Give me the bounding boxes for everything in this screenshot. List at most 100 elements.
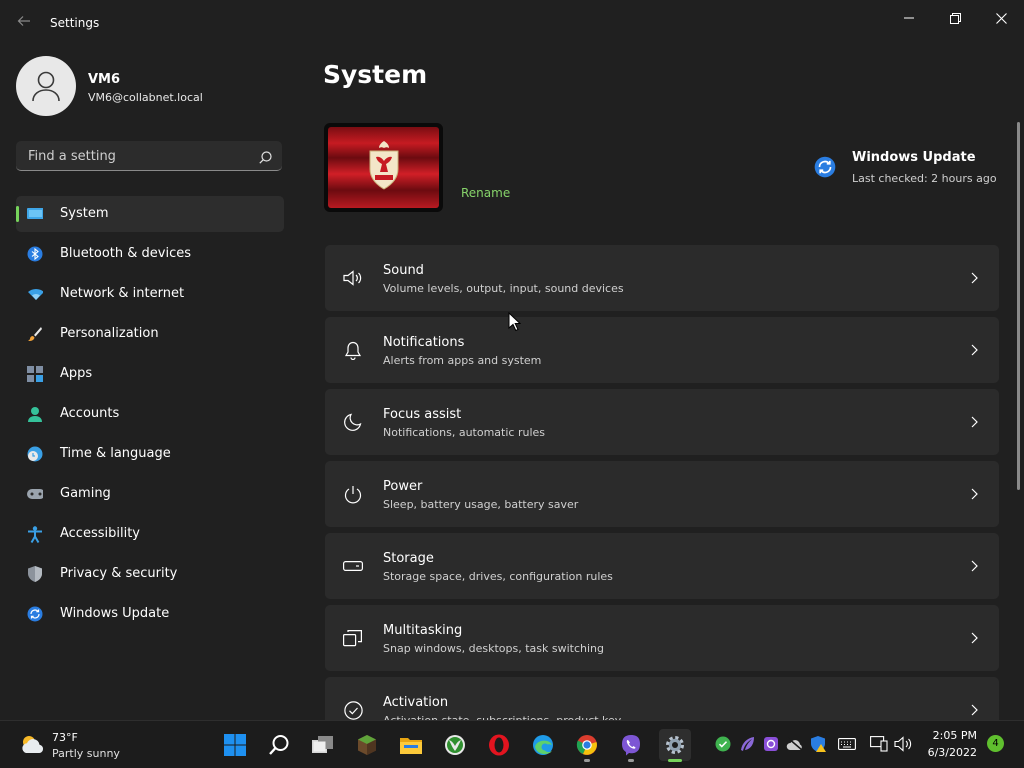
chevron-right-icon [971,272,978,284]
search-box[interactable] [16,141,282,171]
crest-logo [369,141,399,190]
sidebar-item-privacy[interactable]: Privacy & security [16,556,284,592]
running-indicator [584,759,590,762]
monitor-icon [27,206,43,222]
sidebar-item-label: Bluetooth & devices [60,246,191,261]
taskbar-clock-date[interactable]: 6/3/2022 [928,746,977,759]
sidebar-item-windows-update[interactable]: Windows Update [16,596,284,632]
accessibility-icon [27,525,43,543]
taskbar-app-minecraft[interactable] [351,729,383,761]
keyboard-icon[interactable] [838,735,856,753]
search-icon [269,735,289,755]
windows-update-title: Windows Update [852,150,976,165]
sidebar-nav: System Bluetooth & devices Network & int… [16,196,284,636]
settings-item-subtitle: Snap windows, desktops, task switching [383,642,605,655]
weather-condition[interactable]: Partly sunny [52,747,120,760]
settings-item-subtitle: Storage space, drives, configuration rul… [383,570,613,583]
settings-item-notifications[interactable]: Notifications Alerts from apps and syste… [325,317,999,383]
taskbar-clock-time[interactable]: 2:05 PM [933,729,977,742]
sidebar-item-label: Apps [60,366,93,381]
settings-item-power[interactable]: Power Sleep, battery usage, battery save… [325,461,999,527]
vertical-scrollbar[interactable] [1017,122,1020,490]
settings-list: Sound Volume levels, output, input, soun… [325,245,999,749]
minimize-button[interactable] [894,8,924,28]
tray-feather-icon[interactable] [738,735,756,753]
sidebar-item-label: Network & internet [60,286,185,301]
check-circle-icon [343,700,363,720]
sidebar-item-label: Gaming [60,486,111,501]
task-view-button[interactable] [307,729,339,761]
settings-item-focus-assist[interactable]: Focus assist Notifications, automatic ru… [325,389,999,455]
taskbar-app-opera[interactable] [483,729,515,761]
settings-item-multitasking[interactable]: Multitasking Snap windows, desktops, tas… [325,605,999,671]
taskbar-search-button[interactable] [263,729,295,761]
apps-icon [27,366,43,382]
windows-update-last-checked: Last checked: 2 hours ago [852,172,997,185]
mouse-pointer-icon [508,312,521,332]
sidebar-item-apps[interactable]: Apps [16,356,284,392]
cloud-offline-icon[interactable] [786,735,804,753]
sidebar-item-time-language[interactable]: Time & language [16,436,284,472]
taskbar-app-xbox[interactable] [439,729,471,761]
sidebar-item-accounts[interactable]: Accounts [16,396,284,432]
gamepad-icon [27,486,43,502]
settings-item-title: Storage [383,551,434,566]
moon-icon [343,412,363,432]
viber-icon [622,735,640,756]
restore-button[interactable] [940,8,970,28]
sync-icon [814,156,836,178]
weather-temperature[interactable]: 73°F [52,731,78,744]
sidebar-item-network[interactable]: Network & internet [16,276,284,312]
profile-name: VM6 [88,72,121,87]
sidebar-item-label: Privacy & security [60,566,178,581]
settings-item-subtitle: Volume levels, output, input, sound devi… [383,282,624,295]
search-input[interactable] [26,146,250,166]
shield-icon [27,566,43,582]
gear-icon [666,736,684,754]
sidebar-item-label: Personalization [60,326,159,341]
partly-sunny-icon[interactable] [18,733,46,755]
settings-item-title: Activation [383,695,449,710]
settings-item-subtitle: Alerts from apps and system [383,354,542,367]
taskbar-app-viber[interactable] [615,729,647,762]
sidebar-item-bluetooth[interactable]: Bluetooth & devices [16,236,284,272]
person-icon [27,406,43,422]
sidebar-item-label: Accounts [60,406,120,421]
network-display-icon[interactable] [870,735,888,753]
desktop-wallpaper-thumbnail [324,123,443,212]
close-button[interactable] [986,8,1016,28]
chevron-right-icon [971,344,978,356]
settings-item-storage[interactable]: Storage Storage space, drives, configura… [325,533,999,599]
start-button[interactable] [219,729,251,761]
taskbar-app-edge[interactable] [527,729,559,761]
chevron-right-icon [971,632,978,644]
active-app-indicator [668,759,682,762]
back-arrow-icon[interactable] [14,14,34,34]
tray-app-icon[interactable] [762,735,780,753]
taskbar-app-file-explorer[interactable] [395,729,427,761]
sidebar-item-personalization[interactable]: Personalization [16,316,284,352]
drive-icon [343,556,363,576]
taskbar-app-chrome[interactable] [571,729,603,762]
user-profile[interactable]: VM6 VM6@collabnet.local [16,56,296,118]
settings-item-title: Sound [383,263,424,278]
taskbar-app-settings[interactable] [659,729,691,762]
notification-count-badge[interactable]: 4 [987,735,1004,752]
sync-icon [27,606,43,622]
security-warning-icon[interactable] [810,735,828,753]
tray-check-icon[interactable] [714,735,732,753]
power-icon [343,484,363,504]
rename-link[interactable]: Rename [461,186,510,200]
sidebar-item-gaming[interactable]: Gaming [16,476,284,512]
bluetooth-icon [27,246,43,262]
volume-icon[interactable] [894,735,912,753]
search-icon[interactable] [259,149,272,168]
sidebar-item-system[interactable]: System [16,196,284,232]
xbox-icon [445,735,465,755]
chevron-right-icon [971,488,978,500]
chevron-right-icon [971,704,978,716]
sidebar-item-accessibility[interactable]: Accessibility [16,516,284,552]
windows-update-status[interactable]: Windows Update Last checked: 2 hours ago [814,150,1014,194]
sidebar-item-label: Windows Update [60,606,170,621]
settings-item-sound[interactable]: Sound Volume levels, output, input, soun… [325,245,999,311]
